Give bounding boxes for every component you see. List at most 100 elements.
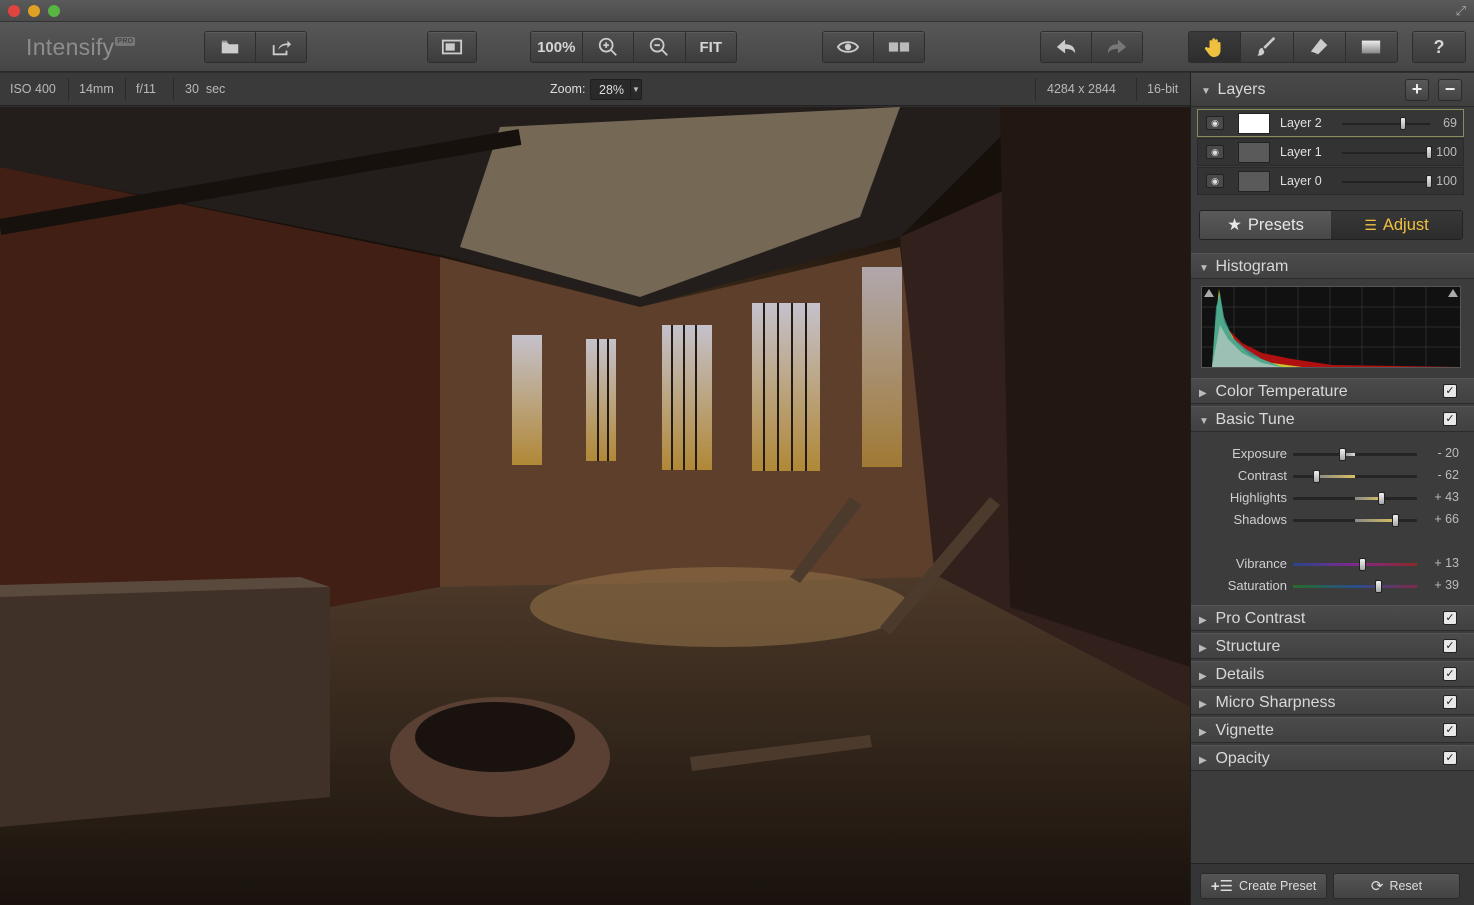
- adjustment-slider-knob[interactable]: [1312, 470, 1320, 483]
- triangle-right-icon: ▶: [1199, 755, 1207, 766]
- eraser-tool-button[interactable]: [1294, 32, 1346, 62]
- window-close-button[interactable]: [8, 5, 20, 17]
- fit-button[interactable]: FIT: [686, 32, 737, 62]
- shutter-value: 30 sec: [185, 82, 226, 96]
- details-checkbox[interactable]: ✓: [1443, 667, 1457, 681]
- layer-thumbnail: [1238, 113, 1270, 134]
- adjustment-slider-knob[interactable]: [1378, 492, 1386, 505]
- add-preset-icon: +☰: [1210, 878, 1234, 895]
- adjustment-row-exposure: Exposure - 20: [1191, 444, 1474, 464]
- gradient-tool-button[interactable]: [1346, 32, 1397, 62]
- adjustment-slider-track[interactable]: [1293, 497, 1417, 500]
- layer-opacity-value: 69: [1443, 116, 1457, 130]
- eye-icon[interactable]: ◉: [1206, 116, 1224, 130]
- preview-button[interactable]: [823, 32, 874, 62]
- create-preset-button[interactable]: +☰ Create Preset: [1200, 873, 1327, 899]
- details-header[interactable]: ▶ Details ✓: [1191, 661, 1474, 687]
- adjustment-slider-knob[interactable]: [1375, 580, 1383, 593]
- structure-checkbox[interactable]: ✓: [1443, 639, 1457, 653]
- adjustment-slider-track[interactable]: [1293, 453, 1417, 456]
- reset-button[interactable]: ⟳ Reset: [1333, 873, 1460, 899]
- window-icon: [441, 39, 463, 55]
- hand-tool-button[interactable]: [1189, 32, 1242, 62]
- zoom-out-button[interactable]: [634, 32, 686, 62]
- adjustment-row-saturation: Saturation + 39: [1191, 576, 1474, 596]
- adjustment-label: Saturation: [1227, 578, 1287, 593]
- basic-tune-checkbox[interactable]: ✓: [1443, 412, 1457, 426]
- open-button[interactable]: [205, 32, 256, 62]
- vignette-checkbox[interactable]: ✓: [1443, 723, 1457, 737]
- zoom-select[interactable]: 28% ▼: [590, 79, 642, 100]
- adjustment-slider-track[interactable]: [1293, 585, 1417, 588]
- adjustment-label: Contrast: [1237, 468, 1287, 483]
- triangle-right-icon: ▶: [1199, 615, 1207, 626]
- adjustment-slider-track[interactable]: [1293, 475, 1417, 478]
- adjustment-slider-knob[interactable]: [1338, 448, 1346, 461]
- micro-sharpness-checkbox[interactable]: ✓: [1443, 695, 1457, 709]
- layer-opacity-value: 100: [1436, 174, 1457, 188]
- app-logo: Intensify PRO: [26, 34, 136, 60]
- zoom-in-button[interactable]: [583, 32, 634, 62]
- adjustment-slider-knob[interactable]: [1391, 514, 1399, 527]
- vignette-header[interactable]: ▶ Vignette ✓: [1191, 717, 1474, 743]
- image-canvas[interactable]: [0, 107, 1190, 905]
- bit-depth: 16-bit: [1147, 82, 1179, 96]
- undo-arrow-icon: [1056, 39, 1076, 54]
- adjustment-slider-knob[interactable]: [1359, 558, 1367, 571]
- layer-opacity-track[interactable]: [1342, 123, 1430, 125]
- window-minimize-button[interactable]: [28, 5, 40, 17]
- layer-row[interactable]: ◉ Layer 2 69: [1197, 109, 1464, 137]
- fullscreen-icon[interactable]: ⤢: [1456, 3, 1466, 19]
- brush-tool-button[interactable]: [1241, 32, 1294, 62]
- triangle-down-icon[interactable]: ▼: [1201, 86, 1213, 97]
- histogram-header[interactable]: ▼ Histogram: [1191, 253, 1474, 279]
- layer-opacity-knob[interactable]: [1426, 146, 1432, 159]
- layers-header: ▼ Layers + −: [1191, 73, 1474, 107]
- single-view-button[interactable]: [428, 32, 476, 62]
- layer-opacity-knob[interactable]: [1399, 117, 1406, 130]
- color-temperature-checkbox[interactable]: ✓: [1443, 384, 1457, 398]
- structure-header[interactable]: ▶ Structure ✓: [1191, 633, 1474, 659]
- adjustment-label: Highlights: [1229, 490, 1287, 505]
- eye-icon[interactable]: ◉: [1206, 174, 1224, 188]
- triangle-right-icon: ▶: [1199, 671, 1207, 682]
- tab-adjust[interactable]: ☰ Adjust: [1331, 211, 1462, 239]
- opacity-checkbox[interactable]: ✓: [1443, 751, 1457, 765]
- layer-row[interactable]: ◉ Layer 1 100: [1197, 138, 1464, 166]
- layer-opacity-knob[interactable]: [1426, 175, 1432, 188]
- layer-opacity-track[interactable]: [1342, 152, 1430, 154]
- iso-value: ISO 400: [10, 82, 56, 96]
- pro-contrast-header[interactable]: ▶ Pro Contrast ✓: [1191, 605, 1474, 631]
- help-button[interactable]: ?: [1413, 32, 1465, 62]
- remove-layer-button[interactable]: −: [1438, 79, 1462, 101]
- tool-button-group: [1188, 31, 1398, 63]
- add-layer-button[interactable]: +: [1405, 79, 1429, 101]
- histogram-graph: [1202, 287, 1460, 367]
- zoom-100-button[interactable]: 100%: [531, 32, 583, 62]
- eye-icon[interactable]: ◉: [1206, 145, 1224, 159]
- tab-presets[interactable]: ★ Presets: [1200, 211, 1331, 239]
- undo-button[interactable]: [1041, 32, 1092, 62]
- panel-footer: +☰ Create Preset ⟳ Reset: [1191, 863, 1474, 905]
- sliders-icon: ☰: [1364, 216, 1377, 233]
- layer-row[interactable]: ◉ Layer 0 100: [1197, 167, 1464, 195]
- gradient-icon: [1362, 40, 1381, 54]
- adjustment-row-highlights: Highlights + 43: [1191, 488, 1474, 508]
- color-temperature-header[interactable]: ▶ Color Temperature ✓: [1191, 378, 1474, 404]
- adjustment-value: + 39: [1434, 578, 1459, 592]
- mode-tabs: ★ Presets ☰ Adjust: [1199, 210, 1463, 240]
- share-button[interactable]: [256, 32, 306, 62]
- split-view-button[interactable]: [874, 32, 924, 62]
- window-maximize-button[interactable]: [48, 5, 60, 17]
- basic-tune-header[interactable]: ▼ Basic Tune ✓: [1191, 406, 1474, 432]
- micro-sharpness-header[interactable]: ▶ Micro Sharpness ✓: [1191, 689, 1474, 715]
- zoom-in-icon: [598, 37, 617, 56]
- pro-contrast-checkbox[interactable]: ✓: [1443, 611, 1457, 625]
- redo-button[interactable]: [1092, 32, 1142, 62]
- opacity-header[interactable]: ▶ Opacity ✓: [1191, 745, 1474, 771]
- layers-title: Layers: [1217, 81, 1266, 98]
- folder-icon: [221, 40, 239, 54]
- layer-opacity-track[interactable]: [1342, 181, 1430, 183]
- adjustment-slider-track[interactable]: [1293, 563, 1417, 566]
- history-button-group: [1040, 31, 1143, 63]
